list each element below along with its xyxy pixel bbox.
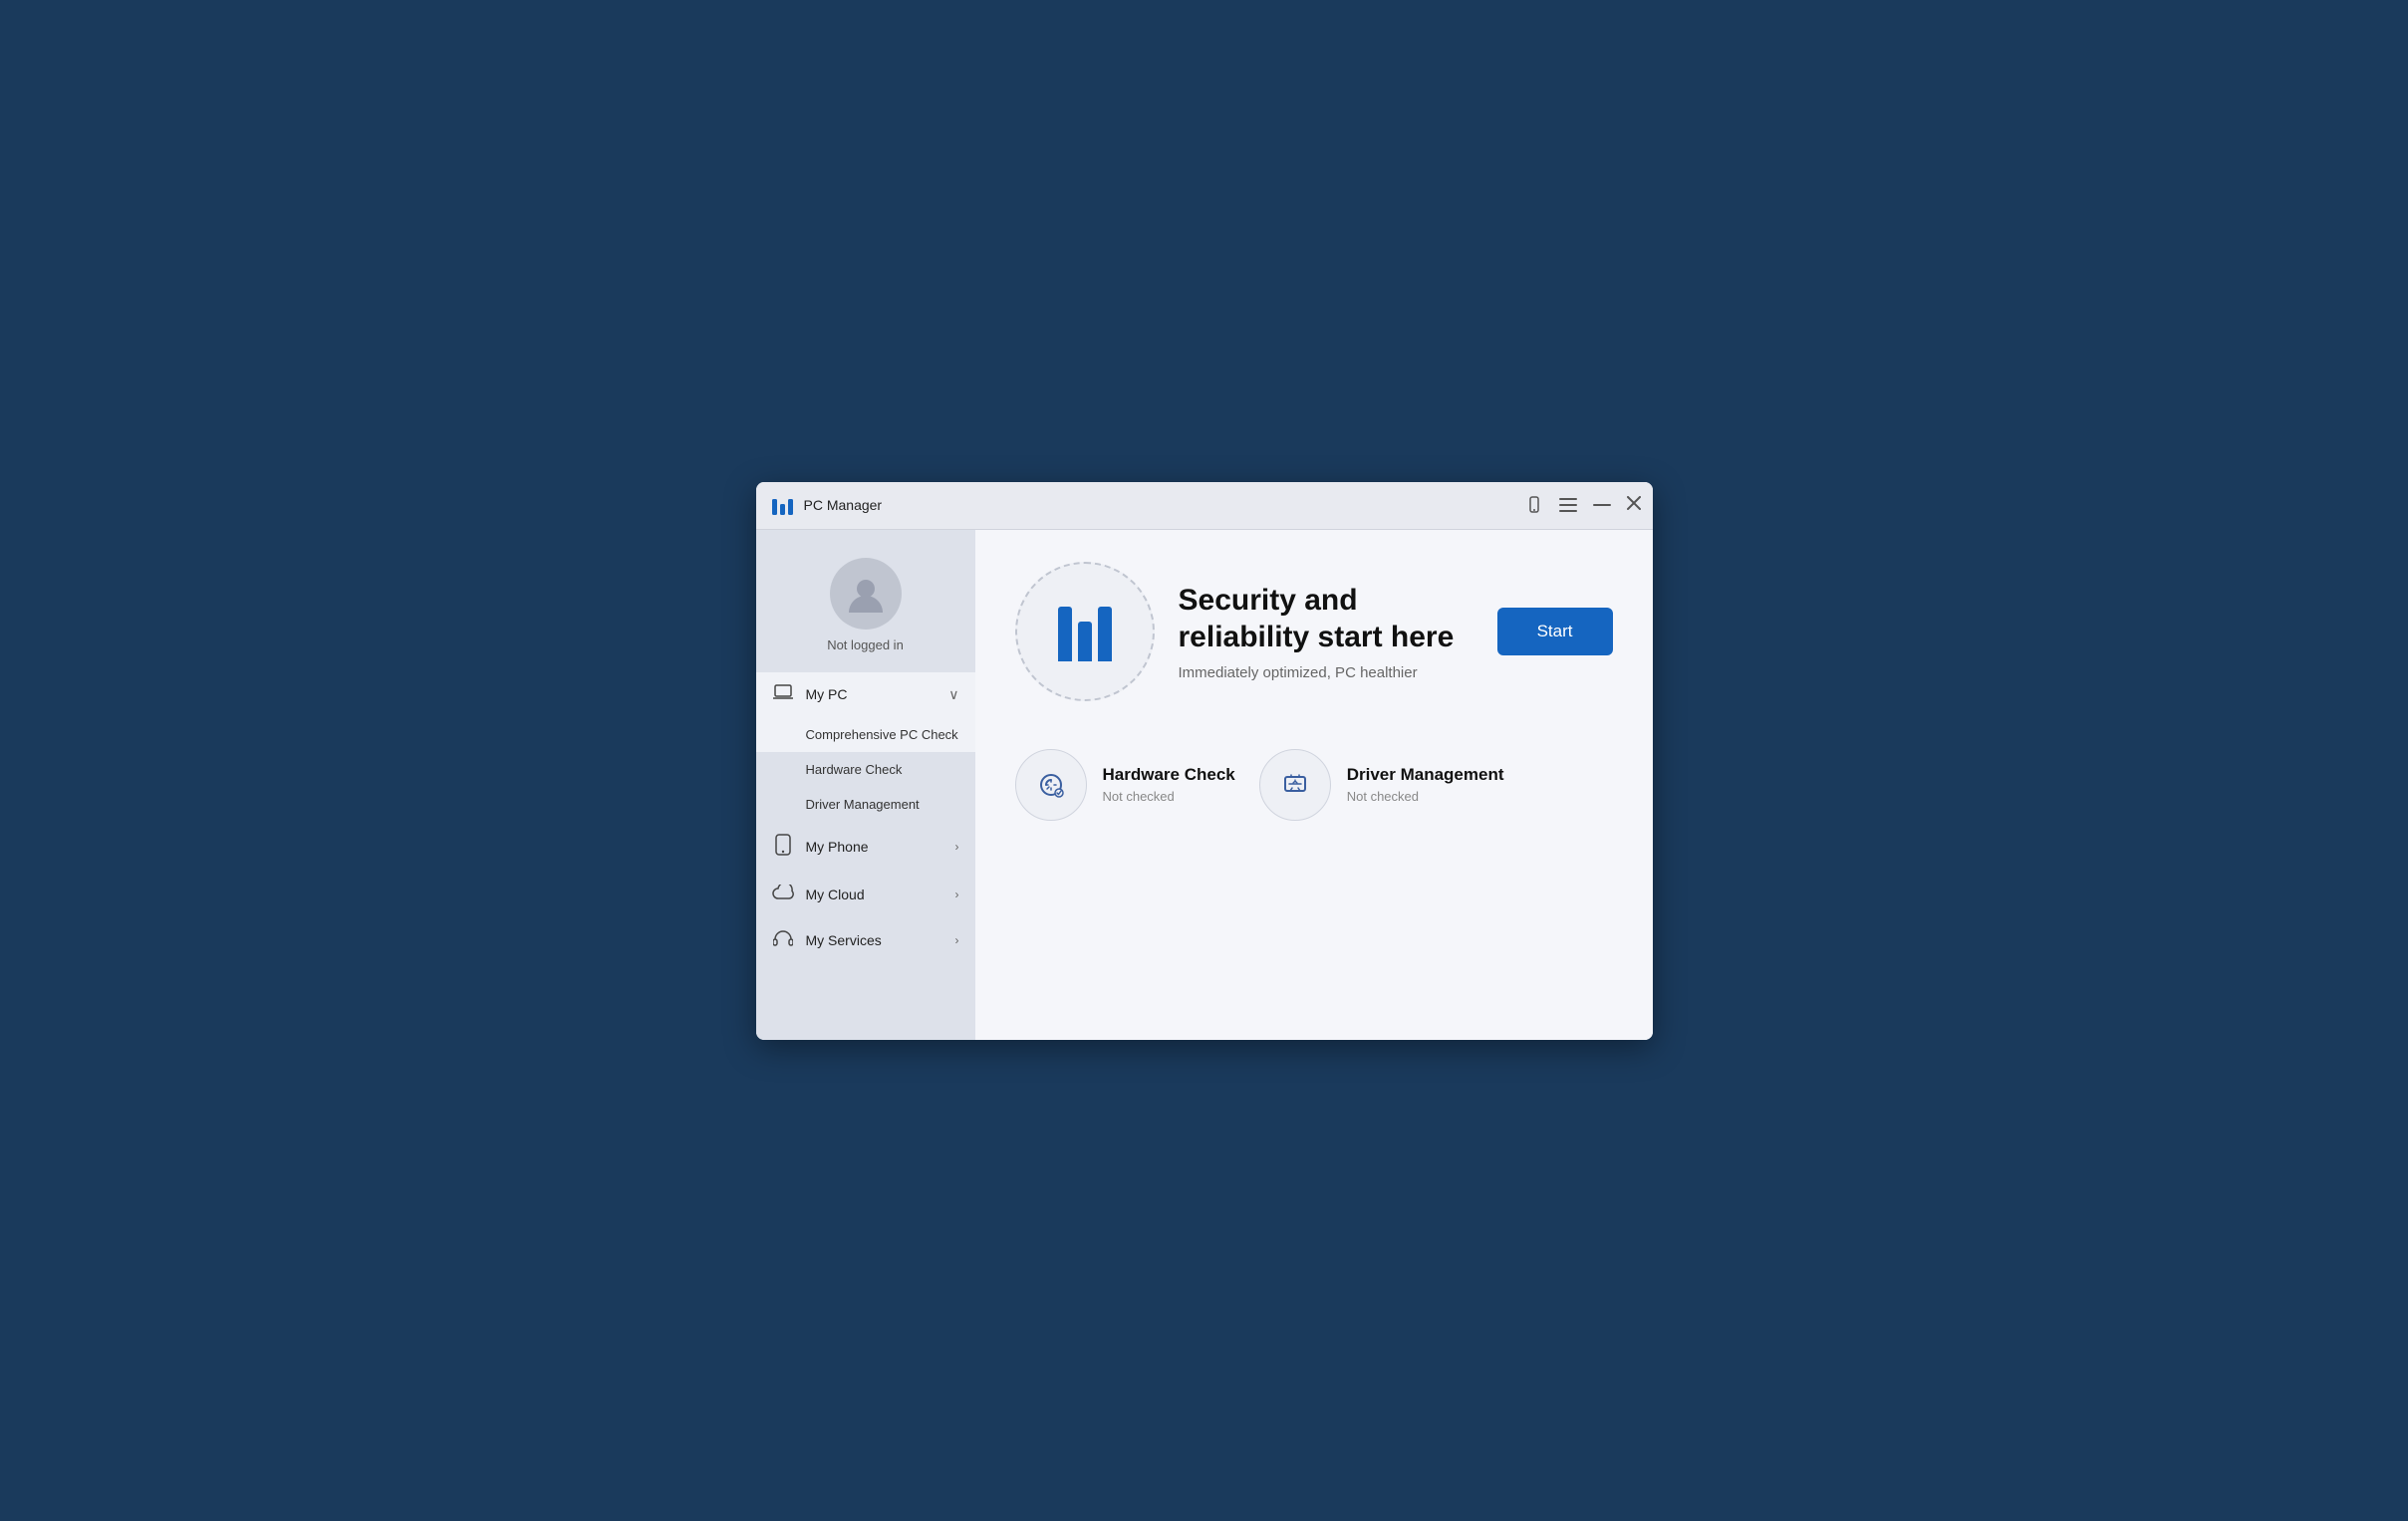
sidebar-item-my-cloud[interactable]: My Cloud › xyxy=(756,873,975,917)
chevron-right-services-icon: › xyxy=(955,933,959,947)
sidebar-item-comprehensive-pc-check[interactable]: Comprehensive PC Check xyxy=(756,717,975,752)
my-phone-label: My Phone xyxy=(806,839,955,855)
hardware-check-card-status: Not checked xyxy=(1103,789,1235,804)
laptop-icon xyxy=(772,684,794,705)
driver-management-card-title: Driver Management xyxy=(1347,765,1504,785)
chevron-right-cloud-icon: › xyxy=(955,887,959,901)
sidebar-item-my-pc[interactable]: My PC ∨ xyxy=(756,672,975,717)
title-bar: PC Manager xyxy=(756,482,1653,530)
check-card-row: Hardware Check Not checked xyxy=(1015,741,1613,829)
hero-section: Security and reliability start here Imme… xyxy=(1015,562,1613,701)
sidebar-item-my-services[interactable]: My Services › xyxy=(756,917,975,964)
bar-right xyxy=(1098,607,1112,661)
menu-icon[interactable] xyxy=(1559,498,1577,512)
close-icon[interactable] xyxy=(1627,496,1641,515)
user-status-label: Not logged in xyxy=(827,637,904,652)
hardware-check-icon xyxy=(1033,767,1069,803)
hero-logo xyxy=(1015,562,1155,701)
sidebar-item-driver-management[interactable]: Driver Management xyxy=(756,787,975,822)
cloud-icon xyxy=(772,885,794,905)
sidebar-item-my-phone[interactable]: My Phone › xyxy=(756,822,975,873)
driver-management-icon-circle xyxy=(1259,749,1331,821)
sidebar: Not logged in My PC ∨ Comprehensive PC C… xyxy=(756,530,975,1040)
bar-center xyxy=(1078,622,1092,661)
sidebar-nav: My PC ∨ Comprehensive PC Check Hardware … xyxy=(756,672,975,1040)
user-section: Not logged in xyxy=(756,546,975,672)
bar-left xyxy=(1058,607,1072,661)
phone-sidebar-icon xyxy=(772,834,794,861)
hardware-check-card[interactable]: Hardware Check Not checked xyxy=(1015,741,1235,829)
chevron-right-phone-icon: › xyxy=(955,840,959,854)
driver-management-icon xyxy=(1277,767,1313,803)
driver-management-card[interactable]: Driver Management Not checked xyxy=(1259,741,1504,829)
avatar xyxy=(830,558,902,630)
hero-subtitle: Immediately optimized, PC healthier xyxy=(1179,664,1473,681)
hardware-check-card-title: Hardware Check xyxy=(1103,765,1235,785)
hero-title: Security and reliability start here xyxy=(1179,582,1473,656)
hardware-check-icon-circle xyxy=(1015,749,1087,821)
hardware-check-label: Hardware Check xyxy=(806,762,903,777)
start-button[interactable]: Start xyxy=(1497,608,1613,655)
hardware-check-info: Hardware Check Not checked xyxy=(1103,765,1235,804)
app-window: PC Manager xyxy=(756,482,1653,1040)
my-services-label: My Services xyxy=(806,932,955,948)
hero-text: Security and reliability start here Imme… xyxy=(1179,582,1473,681)
app-logo-icon xyxy=(768,491,796,519)
my-cloud-label: My Cloud xyxy=(806,887,955,902)
driver-management-label: Driver Management xyxy=(806,797,920,812)
avatar-icon xyxy=(845,573,887,615)
sidebar-item-hardware-check[interactable]: Hardware Check xyxy=(756,752,975,787)
main-layout: Not logged in My PC ∨ Comprehensive PC C… xyxy=(756,530,1653,1040)
minimize-icon[interactable] xyxy=(1593,504,1611,506)
hero-logo-bars xyxy=(1058,602,1112,661)
window-controls xyxy=(1525,496,1641,515)
app-title: PC Manager xyxy=(804,497,1525,513)
driver-management-card-status: Not checked xyxy=(1347,789,1504,804)
comprehensive-pc-check-label: Comprehensive PC Check xyxy=(806,727,958,742)
chevron-down-icon: ∨ xyxy=(948,686,958,703)
headset-icon xyxy=(772,929,794,952)
my-pc-label: My PC xyxy=(806,686,949,702)
content-area: Security and reliability start here Imme… xyxy=(975,530,1653,1040)
phone-icon[interactable] xyxy=(1525,496,1543,514)
driver-management-info: Driver Management Not checked xyxy=(1347,765,1504,804)
